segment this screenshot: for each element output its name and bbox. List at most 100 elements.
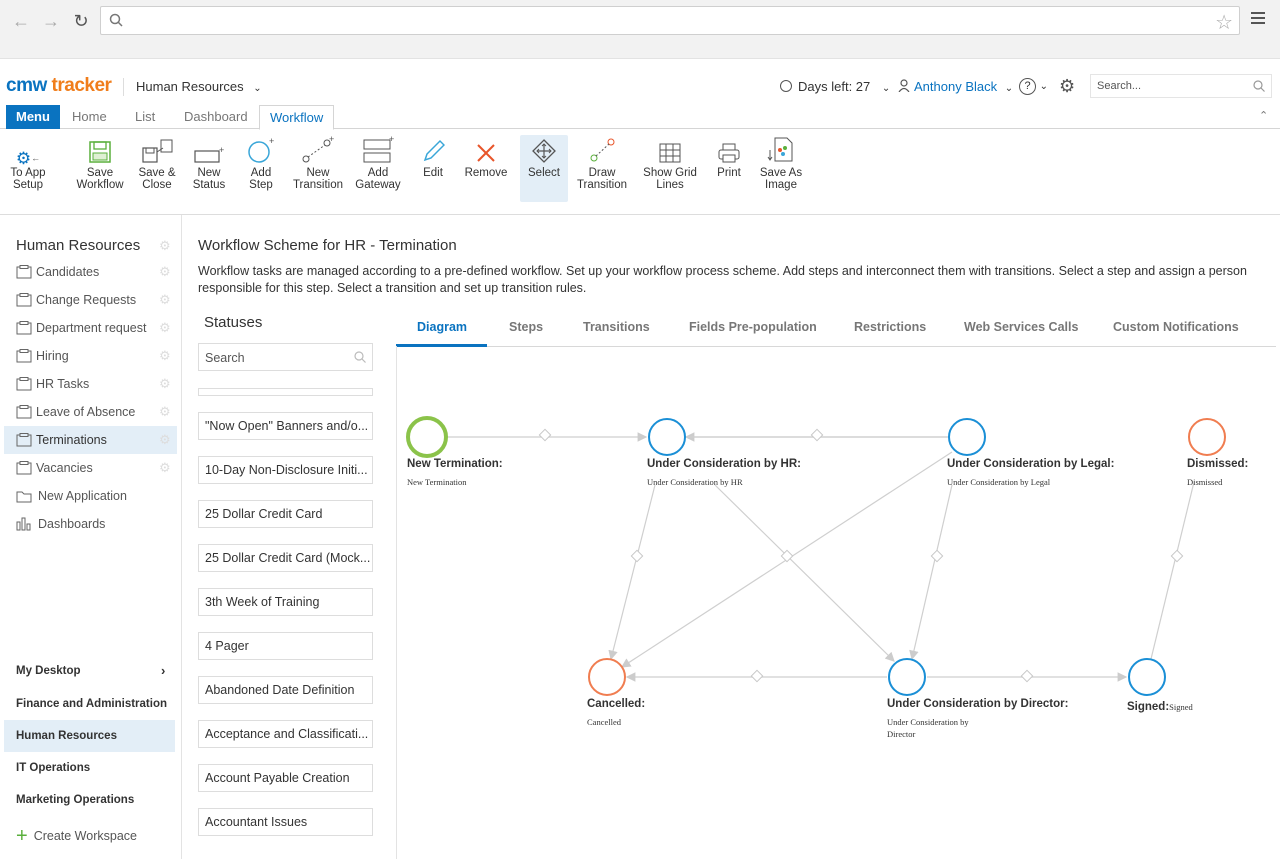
sidebar-item-hiring[interactable]: Hiring ⚙ bbox=[4, 342, 177, 370]
tab-steps[interactable]: Steps bbox=[509, 320, 543, 346]
sidebar-item-candidates[interactable]: Candidates ⚙ bbox=[4, 258, 177, 286]
collapse-chevron-icon[interactable]: ⌃ bbox=[1259, 109, 1268, 122]
workspace-selector[interactable]: Human Resources ⌄ bbox=[136, 79, 262, 94]
status-item[interactable]: 4 Pager bbox=[198, 632, 373, 660]
workflow-diagram[interactable]: New Termination: New Termination Under C… bbox=[397, 347, 1276, 859]
app-logo[interactable]: cmw tracker bbox=[6, 75, 112, 97]
node-new-termination[interactable] bbox=[406, 416, 448, 458]
gear-icon[interactable]: ⚙ bbox=[159, 258, 171, 286]
reload-icon[interactable]: ↻ bbox=[70, 10, 92, 32]
user-menu[interactable]: Anthony Black ⌄ bbox=[898, 79, 1013, 94]
transition-line[interactable] bbox=[1150, 481, 1195, 660]
save-as-image-button[interactable]: Save As Image bbox=[758, 130, 804, 202]
node-signed[interactable] bbox=[1128, 658, 1166, 696]
gateway-diamond[interactable] bbox=[750, 669, 764, 683]
gateway-diamond[interactable] bbox=[538, 428, 552, 442]
sidebar-item-change-requests[interactable]: Change Requests ⚙ bbox=[4, 286, 177, 314]
tab-list[interactable]: List bbox=[135, 105, 155, 129]
forward-arrow-icon[interactable]: → bbox=[40, 10, 62, 32]
new-transition-button[interactable]: + New Transition bbox=[290, 130, 346, 202]
create-workspace-button[interactable]: + Create Workspace bbox=[16, 825, 137, 848]
add-step-button[interactable]: + Add Step bbox=[242, 130, 280, 202]
tab-dashboard[interactable]: Dashboard bbox=[184, 105, 248, 129]
sidebar-item-department-request[interactable]: Department request ⚙ bbox=[4, 314, 177, 342]
draw-transition-button[interactable]: Draw Transition bbox=[574, 130, 630, 202]
help-menu[interactable]: ? ⌄ bbox=[1019, 77, 1048, 95]
gear-icon[interactable]: ⚙ bbox=[159, 286, 171, 314]
sidebar-item-hr-tasks[interactable]: HR Tasks ⚙ bbox=[4, 370, 177, 398]
status-item[interactable]: Acceptance and Classificati... bbox=[198, 720, 373, 748]
save-workflow-button[interactable]: Save Workflow bbox=[74, 130, 126, 202]
days-left[interactable]: Days left: 27 ⌄ bbox=[780, 79, 890, 94]
to-app-setup-button[interactable]: ⚙← To App Setup bbox=[4, 130, 52, 202]
sidebar-item-leave-of-absence[interactable]: Leave of Absence ⚙ bbox=[4, 398, 177, 426]
sidebar-item-terminations[interactable]: Terminations ⚙ bbox=[4, 426, 177, 454]
gear-icon[interactable]: ⚙ bbox=[159, 370, 171, 398]
new-status-button[interactable]: + New Status bbox=[190, 130, 228, 202]
tab-diagram[interactable]: Diagram bbox=[417, 320, 467, 346]
back-arrow-icon[interactable]: ← bbox=[10, 10, 32, 32]
select-button[interactable]: Select bbox=[520, 135, 568, 202]
status-item[interactable]: 25 Dollar Credit Card bbox=[198, 500, 373, 528]
gear-icon[interactable]: ⚙ bbox=[159, 426, 171, 454]
tab-workflow[interactable]: Workflow bbox=[259, 105, 335, 130]
node-under-consideration-hr[interactable] bbox=[648, 418, 686, 456]
global-search-input[interactable]: Search... bbox=[1090, 74, 1272, 98]
gear-icon[interactable]: ⚙ bbox=[159, 314, 171, 342]
gateway-diamond[interactable] bbox=[1020, 669, 1034, 683]
svg-text:+: + bbox=[269, 136, 274, 146]
status-item-partial[interactable] bbox=[198, 388, 373, 396]
gateway-diamond[interactable] bbox=[810, 428, 824, 442]
tab-restrictions[interactable]: Restrictions bbox=[854, 320, 926, 346]
print-button[interactable]: Print bbox=[710, 130, 748, 202]
workspace-my-desktop[interactable]: My Desktop › bbox=[4, 655, 175, 687]
gear-icon[interactable]: ⚙ bbox=[159, 398, 171, 426]
gateway-diamond[interactable] bbox=[630, 549, 644, 563]
status-item[interactable]: Account Payable Creation bbox=[198, 764, 373, 792]
template-icon bbox=[16, 405, 32, 419]
node-dismissed[interactable] bbox=[1188, 418, 1226, 456]
edit-button[interactable]: Edit bbox=[414, 130, 452, 202]
gateway-diamond[interactable] bbox=[1170, 549, 1184, 563]
add-gateway-button[interactable]: + Add Gateway bbox=[354, 130, 402, 202]
draw-transition-icon bbox=[590, 138, 615, 162]
save-close-button[interactable]: Save & Close bbox=[136, 130, 178, 202]
transition-line[interactable] bbox=[909, 484, 953, 661]
gateway-diamond[interactable] bbox=[930, 549, 944, 563]
status-item[interactable]: 3th Week of Training bbox=[198, 588, 373, 616]
tab-transitions[interactable]: Transitions bbox=[583, 320, 650, 346]
address-bar[interactable]: ☆ bbox=[100, 6, 1240, 35]
gear-icon[interactable]: ⚙ bbox=[159, 238, 171, 254]
browser-menu-icon[interactable] bbox=[1251, 12, 1265, 27]
node-under-consideration-legal[interactable] bbox=[948, 418, 986, 456]
gear-icon[interactable]: ⚙ bbox=[159, 454, 171, 482]
node-cancelled[interactable] bbox=[588, 658, 626, 696]
node-under-consideration-director[interactable] bbox=[888, 658, 926, 696]
show-grid-lines-button[interactable]: Show Grid Lines bbox=[640, 130, 700, 202]
workspace-finance-and-administration[interactable]: Finance and Administration bbox=[4, 688, 175, 720]
status-item[interactable]: Abandoned Date Definition bbox=[198, 676, 373, 704]
transition-line[interactable] bbox=[608, 484, 656, 661]
sidebar-item-vacancies[interactable]: Vacancies ⚙ bbox=[4, 454, 177, 482]
bookmark-star-icon[interactable]: ☆ bbox=[1215, 10, 1233, 35]
status-item[interactable]: 10-Day Non-Disclosure Initi... bbox=[198, 456, 373, 484]
status-item[interactable]: Accountant Issues bbox=[198, 808, 373, 836]
sidebar-item-new-application[interactable]: New Application bbox=[4, 482, 177, 510]
settings-gear-icon[interactable]: ⚙ bbox=[1059, 76, 1075, 97]
gear-icon[interactable]: ⚙ bbox=[159, 342, 171, 370]
statuses-search-input[interactable]: Search bbox=[198, 343, 373, 371]
svg-text:+: + bbox=[329, 136, 334, 144]
tab-menu[interactable]: Menu bbox=[6, 105, 60, 129]
tab-custom-notifications[interactable]: Custom Notifications bbox=[1113, 320, 1239, 346]
workspace-it-operations[interactable]: IT Operations bbox=[4, 752, 175, 784]
workspace-human-resources[interactable]: Human Resources bbox=[4, 720, 175, 752]
workspace-marketing-operations[interactable]: Marketing Operations bbox=[4, 784, 175, 816]
remove-button[interactable]: Remove bbox=[462, 130, 510, 202]
status-item[interactable]: "Now Open" Banners and/o... bbox=[198, 412, 373, 440]
tab-fields-pre-population[interactable]: Fields Pre-population bbox=[689, 320, 817, 346]
tab-web-services-calls[interactable]: Web Services Calls bbox=[964, 320, 1078, 346]
status-item[interactable]: 25 Dollar Credit Card (Mock... bbox=[198, 544, 373, 572]
transition-line[interactable] bbox=[714, 484, 895, 662]
tab-home[interactable]: Home bbox=[72, 105, 107, 129]
sidebar-item-dashboards[interactable]: Dashboards bbox=[4, 510, 177, 538]
